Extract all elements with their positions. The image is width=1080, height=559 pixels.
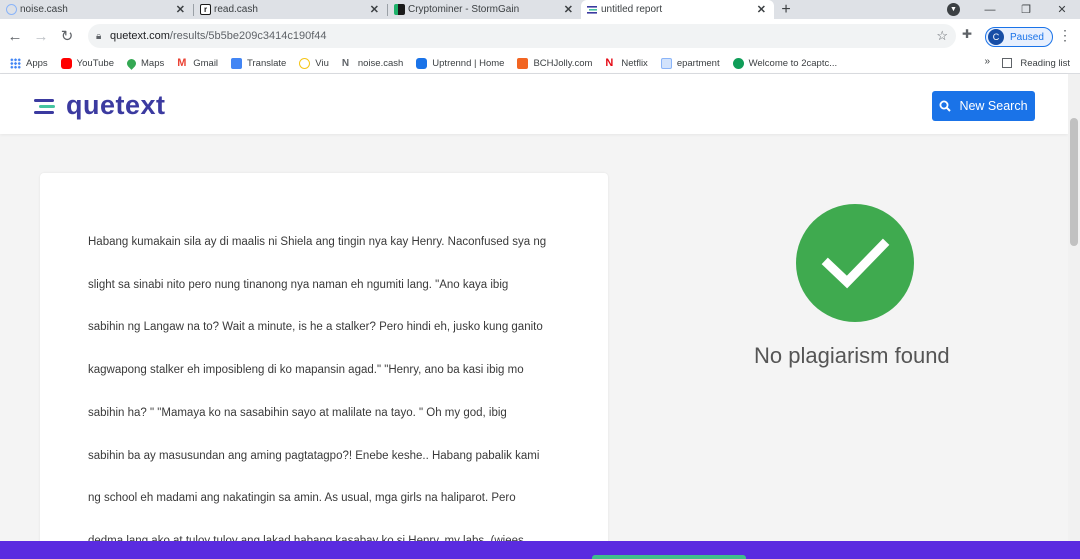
- bookmark-label: Translate: [247, 57, 287, 69]
- new-search-button[interactable]: New Search: [932, 91, 1035, 121]
- document-line: Habang kumakain sila ay di maalis ni Shi…: [88, 236, 547, 248]
- browser-tab-stormgain[interactable]: Cryptominer - StormGain ✕: [388, 0, 581, 19]
- reading-list-icon: [1002, 58, 1013, 68]
- browser-toolbar: ← → ↻ 🔒︎ quetext.com/results/5b5be209c34…: [0, 19, 1080, 53]
- apps-grid-icon: [10, 57, 21, 69]
- bookmark-label: Gmail: [193, 57, 219, 69]
- tab-strip: noise.cash ✕ r read.cash ✕ Cryptominer -…: [0, 0, 1080, 19]
- quetext-logo[interactable]: quetext: [34, 90, 166, 121]
- bookmark-label: Welcome to 2captc...: [748, 57, 838, 69]
- netflix-icon: N: [605, 56, 614, 69]
- logo-text: quetext: [66, 90, 166, 120]
- 2captcha-icon: [732, 57, 744, 69]
- browser-tab-noise-cash[interactable]: noise.cash ✕: [0, 0, 193, 19]
- document-line: sabihin ng Langaw na to? Wait a minute, …: [88, 321, 543, 333]
- browser-menu-icon[interactable]: ⋮: [1058, 27, 1072, 44]
- document-line: kagwapong stalker eh imposibleng di ko m…: [88, 364, 524, 376]
- bookmark-apps[interactable]: Apps: [10, 57, 48, 69]
- bookmark-2captcha[interactable]: Welcome to 2captc...: [732, 57, 838, 69]
- bookmark-label: noise.cash: [357, 57, 404, 69]
- tab-title: read.cash: [214, 4, 258, 15]
- close-tab-icon[interactable]: ✕: [176, 3, 185, 16]
- reading-list-button[interactable]: Reading list: [1002, 53, 1070, 73]
- new-tab-button[interactable]: +: [774, 0, 798, 19]
- bookmark-label: Apps: [26, 57, 48, 69]
- document-line: ng school eh madami ang nakatingin sa am…: [88, 492, 516, 504]
- extensions-puzzle-icon[interactable]: ✚: [962, 27, 972, 41]
- url-host: quetext.com: [110, 30, 170, 42]
- bookmark-epartment[interactable]: epartment: [660, 57, 720, 69]
- bookmark-noise-cash[interactable]: Nnoise.cash: [342, 58, 403, 69]
- bookmark-label: BCHJolly.com: [533, 57, 593, 69]
- site-header: quetext New Search: [0, 74, 1068, 134]
- bookmark-label: epartment: [676, 57, 720, 69]
- bookmark-netflix[interactable]: N Netflix: [605, 56, 648, 69]
- restore-icon[interactable]: ❐: [1008, 0, 1044, 19]
- browser-tab-untitled-report[interactable]: untitled report ✕: [581, 0, 774, 19]
- document-line: sabihin ha? " "Mamaya ko na sasabihin sa…: [88, 407, 507, 419]
- bookmarks-overflow-icon[interactable]: »: [984, 56, 990, 67]
- bottom-banner: [0, 541, 1080, 559]
- lock-icon: 🔒︎: [96, 30, 102, 42]
- tab-title: noise.cash: [20, 4, 68, 15]
- gmail-icon: M: [177, 56, 187, 69]
- document-icon: [660, 57, 672, 69]
- noise-cash-icon: N: [341, 57, 350, 69]
- bookmark-label: Uptrennd | Home: [432, 57, 505, 69]
- bookmark-viu[interactable]: Viu: [299, 57, 329, 69]
- bookmark-bchjolly[interactable]: BCHJolly.com: [517, 57, 593, 69]
- bookmark-gmail[interactable]: M Gmail: [177, 56, 219, 69]
- translate-icon: [231, 57, 243, 69]
- uptrennd-icon: [416, 57, 428, 69]
- bookmark-youtube[interactable]: YouTube: [60, 57, 114, 69]
- success-check-icon: [796, 204, 914, 322]
- bookmark-translate[interactable]: Translate: [231, 57, 287, 69]
- close-tab-icon[interactable]: ✕: [757, 3, 766, 16]
- close-tab-icon[interactable]: ✕: [564, 3, 573, 16]
- close-tab-icon[interactable]: ✕: [370, 3, 379, 16]
- noise-cash-favicon-icon: [6, 4, 17, 15]
- bookmarks-bar: Apps YouTube Maps M Gmail Translate Viu N…: [0, 53, 1080, 73]
- reload-icon[interactable]: ↻: [56, 25, 78, 47]
- youtube-icon: [60, 57, 72, 69]
- profile-button[interactable]: C Paused: [985, 27, 1053, 47]
- search-icon: [939, 100, 952, 112]
- back-arrow-icon[interactable]: ←: [4, 25, 26, 47]
- viu-icon: [299, 57, 311, 69]
- tab-title: untitled report: [601, 4, 663, 15]
- reading-list-label: Reading list: [1020, 57, 1070, 69]
- bookmark-maps[interactable]: Maps: [125, 56, 165, 70]
- forward-arrow-icon[interactable]: →: [30, 25, 52, 47]
- document-text-panel: Habang kumakain sila ay di maalis ni Shi…: [40, 173, 608, 559]
- tab-title: Cryptominer - StormGain: [408, 4, 520, 15]
- scrollbar-thumb[interactable]: [1070, 118, 1078, 246]
- maps-pin-icon: [125, 56, 138, 70]
- bookmark-label: YouTube: [76, 57, 114, 69]
- result-status-text: No plagiarism found: [754, 343, 950, 368]
- tab-search-icon[interactable]: ▼: [947, 3, 960, 16]
- browser-tab-read-cash[interactable]: r read.cash ✕: [194, 0, 387, 19]
- url-path: /results/5b5be209c3414c190f44: [169, 30, 327, 42]
- window-close-icon[interactable]: ✕: [1044, 0, 1080, 19]
- page-scrollbar[interactable]: [1068, 74, 1080, 559]
- banner-button[interactable]: [592, 555, 746, 559]
- minimize-icon[interactable]: —: [972, 0, 1008, 19]
- avatar: C: [988, 29, 1004, 45]
- bookmark-uptrennd[interactable]: Uptrennd | Home: [416, 57, 505, 69]
- read-cash-favicon-icon: r: [200, 4, 211, 15]
- window-controls: — ❐ ✕: [972, 0, 1080, 19]
- quetext-favicon-icon: [587, 4, 598, 15]
- stormgain-favicon-icon: [394, 4, 405, 15]
- bookmark-star-icon[interactable]: ☆: [936, 28, 948, 44]
- bchjolly-icon: [517, 57, 529, 69]
- bookmark-label: Maps: [141, 57, 165, 69]
- new-search-label: New Search: [959, 99, 1028, 113]
- address-bar[interactable]: 🔒︎ quetext.com/results/5b5be209c3414c190…: [88, 24, 956, 48]
- document-line: sabihin ba ay masusundan ang aming pagta…: [88, 450, 540, 462]
- document-line: slight sa sinabi nito pero nung tinanong…: [88, 279, 509, 291]
- profile-status: Paused: [1010, 31, 1044, 43]
- bookmark-label: Viu: [315, 57, 329, 69]
- bookmark-label: Netflix: [621, 57, 648, 69]
- quetext-logo-icon: [34, 97, 56, 115]
